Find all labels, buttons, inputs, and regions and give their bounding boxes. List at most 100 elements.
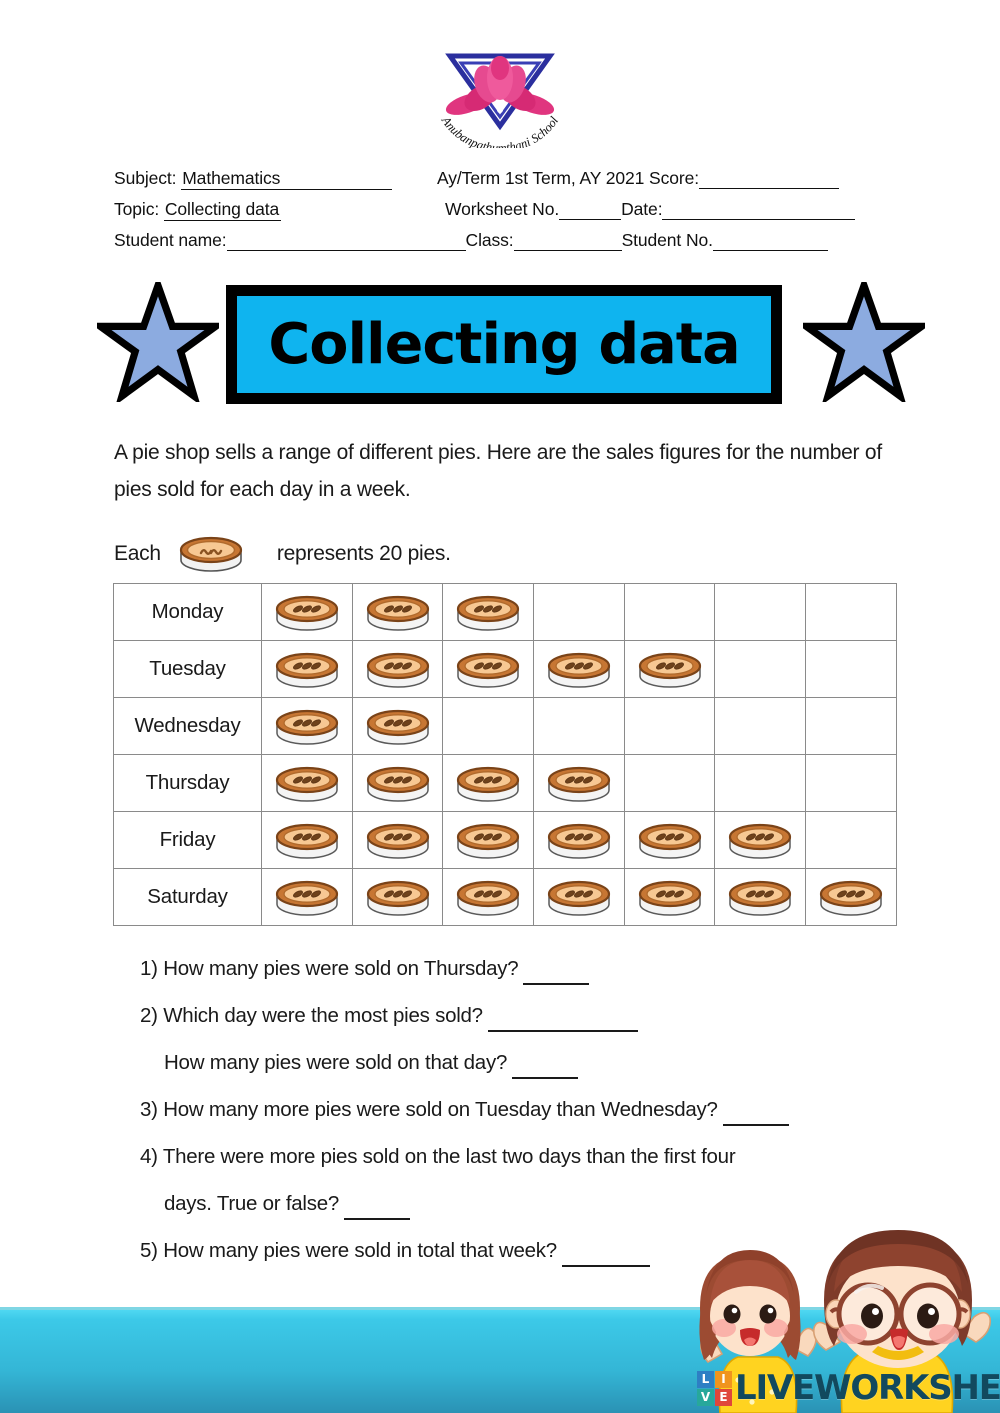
pictogram-cell [351, 583, 444, 641]
pictogram-cell [261, 811, 353, 869]
question-number: 2) [140, 1004, 164, 1027]
student-name-blank[interactable] [226, 233, 466, 251]
class-blank[interactable] [513, 233, 622, 251]
pictogram-cell [442, 583, 535, 641]
pictogram-row: Thursday [113, 754, 897, 812]
subject-value: Mathematics [181, 168, 283, 190]
answer-blank[interactable] [344, 1201, 411, 1220]
worksheet-no-label: Worksheet No. [445, 199, 560, 219]
day-label-cell: Tuesday [113, 640, 262, 698]
class-label: Class: [465, 230, 514, 250]
pie-icon [366, 823, 429, 859]
score-blank[interactable] [699, 171, 840, 189]
worksheet-no-blank[interactable] [559, 202, 622, 220]
pictogram-cell [533, 583, 625, 641]
term-score-field: Ay/Term 1st Term, AY 2021 Score: [437, 168, 840, 189]
question-item: days. True or false? [140, 1187, 940, 1220]
pie-icon [457, 595, 520, 631]
pie-icon [638, 652, 701, 688]
pictogram-cell [261, 583, 353, 641]
subject-field: Subject: Mathematics [114, 168, 393, 190]
header-row-subject: Subject: Mathematics Ay/Term 1st Term, A… [114, 168, 904, 199]
pictogram-cell [533, 754, 625, 812]
pictogram-cell [805, 640, 897, 698]
question-text: Which day were the most pies sold? [163, 1004, 483, 1027]
pictogram-cell [351, 868, 444, 926]
school-logo-graphic: Anubanpathumthani School [438, 53, 561, 148]
student-name-field: Student name: Class: Student No. [114, 230, 828, 251]
pictogram-cell [351, 754, 444, 812]
pictogram-cell [805, 697, 897, 755]
star-icon [803, 282, 925, 402]
question-item: How many pies were sold on that day? [140, 1046, 940, 1079]
pie-icon [638, 823, 701, 859]
pie-icon [457, 766, 520, 802]
pictogram-cell [442, 697, 535, 755]
pictogram-table-body: Monday Tuesday Wednesday Thursday Friday Satu… [113, 583, 897, 926]
lw-tile-v: V [697, 1388, 714, 1406]
answer-blank[interactable] [487, 1013, 638, 1032]
subject-blank[interactable] [282, 172, 393, 190]
question-text: How many pies were sold on Thursday? [163, 957, 519, 980]
pictogram-cell [442, 754, 535, 812]
worksheet-no-field: Worksheet No. Date: [445, 199, 856, 220]
question-text: How many pies were sold on that day? [164, 1051, 508, 1074]
pictogram-cell [623, 811, 716, 869]
pie-icon [457, 880, 520, 916]
pie-icon [275, 652, 338, 688]
pie-icon [275, 823, 338, 859]
pictogram-row: Saturday [113, 868, 897, 926]
pictogram-cell [351, 697, 444, 755]
pie-icon [366, 652, 429, 688]
worksheet-page: Anubanpathumthani School Subject: Mathem… [0, 0, 1000, 1413]
pictogram-cell [533, 811, 625, 869]
question-item: 3) How many more pies were sold on Tuesd… [140, 1093, 940, 1126]
pie-icon [275, 766, 338, 802]
pictogram-cell [805, 583, 897, 641]
date-blank[interactable] [662, 202, 856, 220]
worksheet-title-banner: Collecting data [226, 285, 782, 404]
school-logo: Anubanpathumthani School [425, 28, 575, 148]
pictogram-cell [623, 583, 716, 641]
lw-tile-e: E [715, 1388, 732, 1406]
key-suffix-label: represents 20 pies. [276, 542, 451, 565]
student-no-blank[interactable] [712, 233, 828, 251]
pie-icon [366, 880, 429, 916]
decorative-star-right [803, 282, 925, 402]
pie-icon [457, 652, 520, 688]
question-text: How many more pies were sold on Tuesday … [163, 1098, 718, 1121]
answer-blank[interactable] [722, 1107, 789, 1126]
pictogram-row: Tuesday [113, 640, 897, 698]
answer-blank[interactable] [523, 966, 590, 985]
pie-icon [366, 709, 429, 745]
pictogram-cell [714, 811, 807, 869]
pie-icon [366, 595, 429, 631]
pictogram-cell [261, 754, 353, 812]
pie-icon [547, 766, 611, 802]
date-label: Date: [621, 199, 663, 219]
pictogram-cell [623, 754, 716, 812]
pie-icon [179, 536, 242, 572]
pie-icon [547, 880, 611, 916]
topic-field: Topic: Collecting data [114, 199, 282, 221]
pictogram-cell [351, 811, 444, 869]
pictogram-cell [442, 811, 535, 869]
answer-blank[interactable] [561, 1248, 650, 1267]
pictogram-cell [805, 868, 897, 926]
pictogram-cell [261, 868, 353, 926]
key-prefix-label: Each [114, 542, 161, 565]
decorative-star-left [97, 282, 219, 402]
subject-label: Subject: [114, 168, 177, 188]
answer-blank[interactable] [512, 1060, 579, 1079]
day-label-cell: Saturday [113, 868, 262, 926]
pictogram-cell [261, 640, 353, 698]
pie-icon [457, 823, 520, 859]
student-name-label: Student name: [114, 230, 227, 250]
liveworksheets-logo[interactable]: L I V E LIVEWORKSHEETS [697, 1368, 1000, 1408]
day-label-cell: Wednesday [113, 697, 262, 755]
question-text: There were more pies sold on the last tw… [162, 1145, 736, 1168]
header-row-student: Student name: Class: Student No. [114, 230, 904, 261]
day-label-cell: Friday [113, 811, 262, 869]
pie-icon [275, 709, 338, 745]
question-item: 4) There were more pies sold on the last… [140, 1140, 940, 1173]
